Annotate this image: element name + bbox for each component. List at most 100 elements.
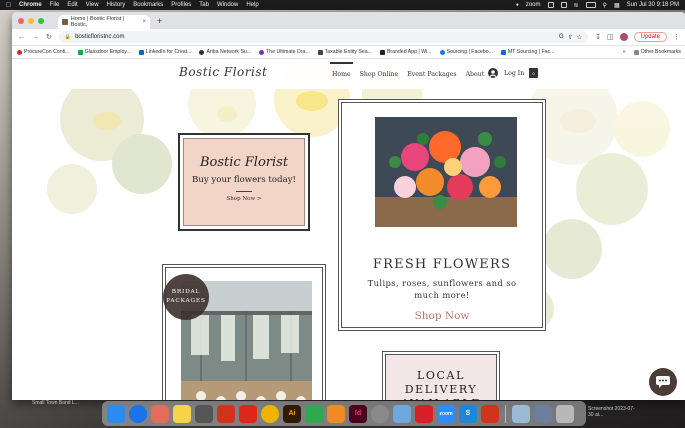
bookmark-item[interactable]: Sourcing | Facebo... bbox=[439, 49, 493, 55]
login-button[interactable]: Log In bbox=[488, 68, 524, 78]
acrobat-icon[interactable] bbox=[217, 404, 235, 423]
close-tab-icon[interactable]: × bbox=[142, 19, 146, 25]
control-center-icon[interactable]: ▦ bbox=[614, 2, 620, 9]
forward-icon[interactable]: → bbox=[32, 34, 39, 41]
menu-app-name[interactable]: Chrome bbox=[19, 2, 42, 8]
google-lens-icon[interactable]: G bbox=[559, 34, 564, 40]
indesign-icon[interactable]: Id bbox=[349, 404, 367, 423]
menu-profiles[interactable]: Profiles bbox=[171, 2, 191, 8]
bookmark-star-icon[interactable]: ☆ bbox=[577, 34, 582, 41]
snagit-icon[interactable]: S bbox=[459, 404, 477, 423]
download-icon[interactable]: ↧ bbox=[595, 33, 601, 41]
wifi-icon[interactable]: ≋ bbox=[574, 2, 579, 9]
reload-icon[interactable]: ↻ bbox=[46, 33, 52, 41]
menu-edit[interactable]: Edit bbox=[67, 2, 77, 8]
share-icon[interactable]: ⇧ bbox=[568, 34, 573, 41]
display-icon[interactable] bbox=[560, 2, 567, 8]
bouquet-image[interactable] bbox=[375, 117, 517, 227]
menu-window[interactable]: Window bbox=[217, 2, 238, 8]
creative-cloud-icon[interactable] bbox=[415, 404, 433, 423]
acrobat-reader-icon[interactable] bbox=[239, 404, 257, 423]
login-label: Log In bbox=[504, 69, 525, 77]
bookmark-item[interactable]: The Ultimate Dra... bbox=[259, 49, 310, 55]
bookmark-item[interactable]: ProcureCon Conti... bbox=[17, 49, 70, 55]
numbers-icon[interactable] bbox=[305, 404, 323, 423]
bookmark-label: Ariba Network Su... bbox=[206, 49, 252, 55]
maximize-window-button[interactable] bbox=[38, 17, 44, 24]
menu-history[interactable]: History bbox=[107, 2, 126, 8]
hero-shop-now-link[interactable]: Shop Now > bbox=[184, 196, 304, 202]
pages-icon[interactable] bbox=[327, 404, 345, 423]
bookmark-favicon-icon bbox=[439, 49, 445, 55]
bookmark-item[interactable]: Ariba Network Su... bbox=[199, 49, 251, 55]
chevron-right-icon[interactable]: » bbox=[623, 49, 626, 55]
safari-icon[interactable] bbox=[129, 404, 147, 423]
illustrator-icon[interactable]: Ai bbox=[283, 404, 301, 423]
url-text[interactable]: bosticfloristnc.com bbox=[75, 34, 124, 40]
acrobat-2-icon[interactable] bbox=[481, 404, 499, 423]
calculator-icon[interactable] bbox=[195, 404, 213, 423]
downloads-icon[interactable] bbox=[512, 404, 530, 423]
documents-icon[interactable] bbox=[534, 404, 552, 423]
menu-help[interactable]: Help bbox=[246, 2, 258, 8]
nav-shop-online[interactable]: Shop Online bbox=[360, 71, 399, 78]
notes-icon[interactable] bbox=[173, 404, 191, 423]
bookmark-item[interactable]: Taxable Entity Sea... bbox=[317, 49, 372, 55]
zoom-icon[interactable]: zoom bbox=[437, 404, 455, 423]
nav-event-packages[interactable]: Event Packages bbox=[407, 71, 456, 78]
screen-mirror-icon[interactable] bbox=[547, 2, 554, 8]
nav-about[interactable]: About bbox=[466, 71, 485, 78]
bookmark-item[interactable]: Glassdoor Employ... bbox=[77, 49, 131, 55]
zoom-status-label[interactable]: zoom bbox=[526, 2, 541, 8]
bridal-packages-badge[interactable]: BRIDAL PACKAGES bbox=[163, 274, 209, 320]
minimize-window-button[interactable] bbox=[28, 17, 34, 24]
battery-icon[interactable] bbox=[585, 2, 596, 8]
side-panel-icon[interactable]: ◫ bbox=[607, 33, 614, 41]
chrome-icon[interactable] bbox=[261, 404, 279, 423]
launchpad-icon[interactable] bbox=[151, 404, 169, 423]
browser-tab[interactable]: Home | Bostic Florist | Bostic, × bbox=[58, 15, 150, 29]
desktop-file-label[interactable]: Small Town Band L... bbox=[32, 400, 79, 406]
back-icon[interactable]: ← bbox=[18, 34, 25, 41]
dock-separator bbox=[505, 404, 506, 423]
chat-button[interactable] bbox=[649, 368, 677, 396]
cart-icon[interactable]: 0 bbox=[529, 68, 538, 78]
new-tab-button[interactable]: + bbox=[157, 16, 162, 26]
close-window-button[interactable] bbox=[18, 17, 24, 24]
status-area: ● zoom ≋ ⚲ ▦ Sun Jul 30 9:18 PM bbox=[516, 2, 679, 9]
hero-card-inner: Bostic Florist Buy your flowers today! S… bbox=[183, 138, 305, 226]
fresh-flowers-shop-now-link[interactable]: Shop Now bbox=[342, 310, 542, 322]
search-spotlight-icon[interactable]: ⚲ bbox=[603, 2, 607, 9]
bookmark-label: Sourcing | Facebo... bbox=[446, 49, 493, 55]
bookmark-item[interactable]: Branded App | Wi... bbox=[379, 49, 432, 55]
bookmark-label: The Ultimate Dra... bbox=[266, 49, 310, 55]
browser-window: Home | Bostic Florist | Bostic, × + ← → … bbox=[12, 12, 685, 400]
zoom-status-icon[interactable]: ● bbox=[516, 2, 519, 8]
fresh-flowers-title: FRESH FLOWERS bbox=[372, 257, 512, 272]
menu-bookmarks[interactable]: Bookmarks bbox=[133, 2, 163, 8]
preview-icon[interactable] bbox=[393, 404, 411, 423]
menu-file[interactable]: File bbox=[50, 2, 60, 8]
finder-icon[interactable] bbox=[107, 404, 125, 423]
hero-card: Bostic Florist Buy your flowers today! S… bbox=[178, 133, 310, 231]
site-logo[interactable]: Bostic Florist bbox=[179, 65, 267, 79]
bookmark-label: ProcureCon Conti... bbox=[24, 49, 70, 55]
other-bookmarks[interactable]: Other Bookmarks bbox=[633, 49, 681, 55]
bookmark-item[interactable]: LinkedIn for Creat... bbox=[138, 49, 191, 55]
bookmark-item[interactable]: MT Sourcing | Fac... bbox=[500, 49, 554, 55]
desktop-screenshot-label[interactable]: Screenshot 2023-07-30 at... bbox=[588, 406, 638, 418]
nav-home[interactable]: Home bbox=[330, 62, 353, 78]
menu-tab[interactable]: Tab bbox=[199, 2, 209, 8]
trash-icon[interactable] bbox=[556, 404, 574, 423]
profile-avatar[interactable] bbox=[619, 33, 628, 41]
apple-icon[interactable]:  bbox=[6, 2, 13, 9]
more-menu-icon[interactable]: ⋮ bbox=[673, 33, 680, 41]
fresh-flowers-subtitle: Tulips, roses, sunflowers and so much mo… bbox=[367, 278, 517, 300]
datetime[interactable]: Sun Jul 30 9:18 PM bbox=[627, 2, 679, 8]
update-button[interactable]: Update bbox=[633, 32, 667, 42]
lock-icon[interactable]: 🔒 bbox=[65, 34, 71, 40]
system-preferences-icon[interactable] bbox=[371, 404, 389, 423]
address-bar[interactable]: 🔒 bosticfloristnc.com G ⇧ ☆ bbox=[58, 31, 589, 43]
menu-view[interactable]: View bbox=[86, 2, 99, 8]
bookmark-favicon-icon bbox=[259, 49, 265, 55]
